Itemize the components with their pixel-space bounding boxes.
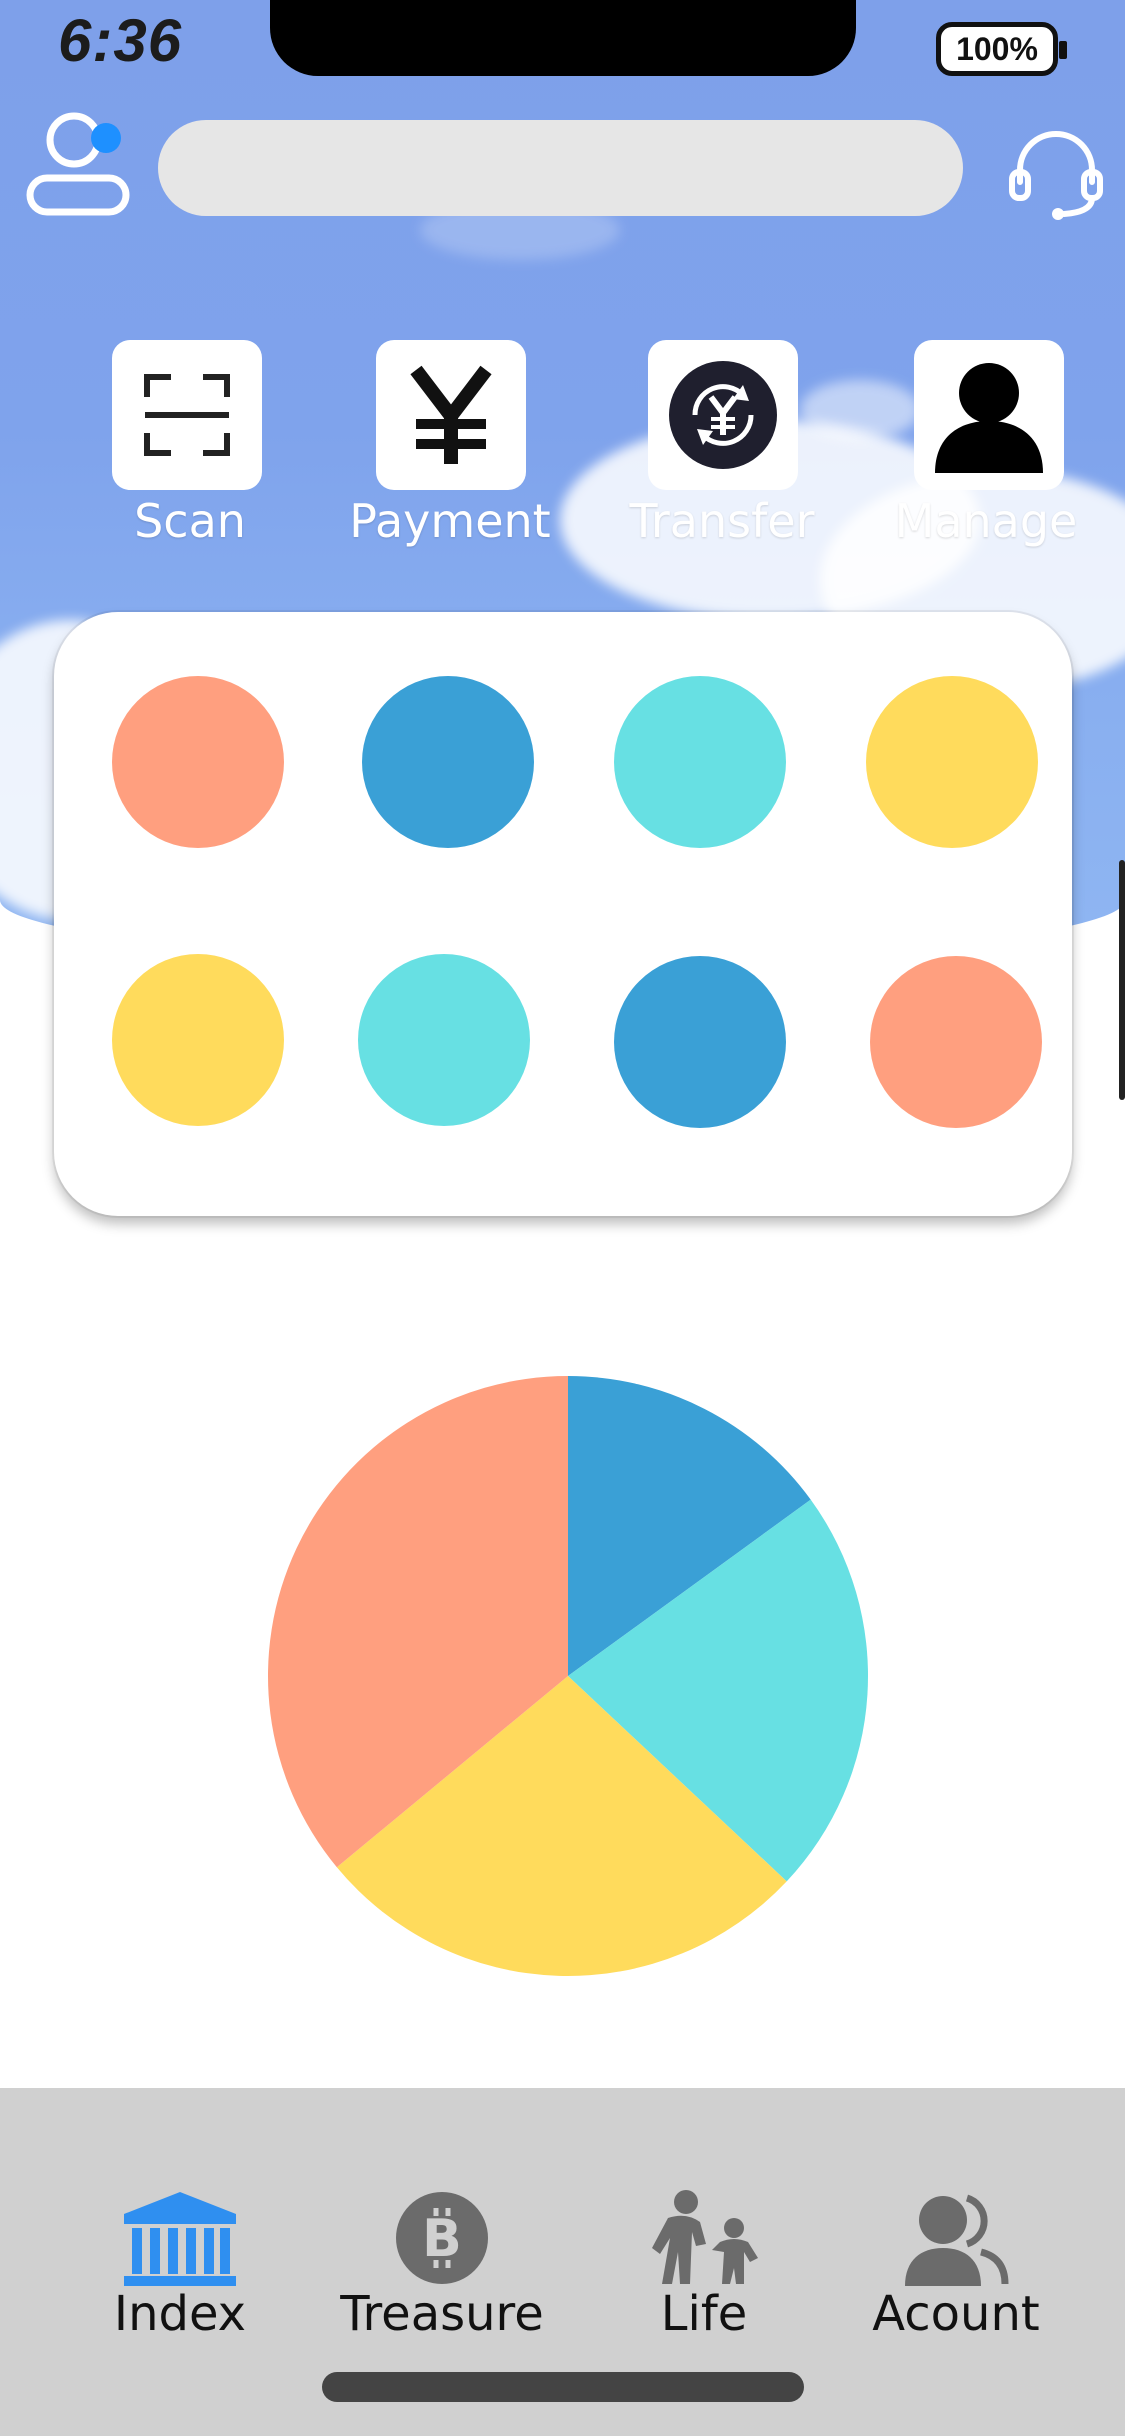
shortcut-circle[interactable]	[866, 676, 1038, 848]
profile-icon	[26, 112, 130, 216]
shortcut-circle[interactable]	[358, 954, 530, 1126]
nav-item-index[interactable]: Index	[50, 2088, 310, 2348]
nav-item-life[interactable]: Life	[574, 2088, 834, 2348]
device-frame-edge	[1119, 860, 1125, 1100]
yen-transfer-icon	[669, 361, 777, 469]
svg-text:B: B	[422, 2209, 462, 2269]
shortcut-circle[interactable]	[614, 956, 786, 1128]
transfer-label: Transfer	[629, 494, 815, 548]
status-time: 6:36	[58, 7, 183, 74]
shortcut-circle[interactable]	[112, 676, 284, 848]
users-icon	[896, 2178, 1016, 2298]
pie-chart	[258, 1366, 878, 1986]
profile-button[interactable]	[24, 108, 134, 218]
notch	[270, 0, 856, 76]
shortcut-card	[54, 612, 1072, 1216]
scan-icon	[144, 374, 230, 456]
family-icon	[644, 2178, 764, 2298]
nav-label-account: Acount	[872, 2286, 1040, 2342]
search-input[interactable]	[158, 120, 963, 216]
shortcut-circle[interactable]	[362, 676, 534, 848]
pie-chart-svg	[267, 1376, 868, 1976]
yen-icon	[410, 365, 492, 464]
nav-item-treasure[interactable]: B Treasure	[312, 2088, 572, 2348]
manage-label: Manage	[894, 494, 1078, 548]
scan-button[interactable]	[112, 340, 262, 490]
shortcut-circle[interactable]	[870, 956, 1042, 1128]
cloud	[800, 380, 920, 440]
bitcoin-icon: B	[382, 2178, 502, 2298]
phone-screen: 6:36 100% Scan Payment Transfer Manage I…	[0, 0, 1125, 2436]
shortcut-circle[interactable]	[614, 676, 786, 848]
headset-icon	[1009, 131, 1103, 220]
nav-item-account[interactable]: Acount	[826, 2088, 1086, 2348]
manage-button[interactable]	[914, 340, 1064, 490]
shortcut-circle[interactable]	[112, 954, 284, 1126]
nav-label-index: Index	[113, 2286, 247, 2342]
payment-label: Payment	[349, 494, 551, 548]
scan-label: Scan	[134, 494, 246, 548]
person-icon	[935, 363, 1043, 473]
customer-service-button[interactable]	[1006, 124, 1106, 224]
nav-label-life: Life	[660, 2286, 748, 2342]
nav-label-treasure: Treasure	[340, 2286, 544, 2342]
battery-indicator: 100%	[936, 22, 1067, 76]
bank-icon	[120, 2178, 240, 2298]
home-indicator	[322, 2372, 804, 2402]
transfer-button[interactable]	[648, 340, 798, 490]
payment-button[interactable]	[376, 340, 526, 490]
